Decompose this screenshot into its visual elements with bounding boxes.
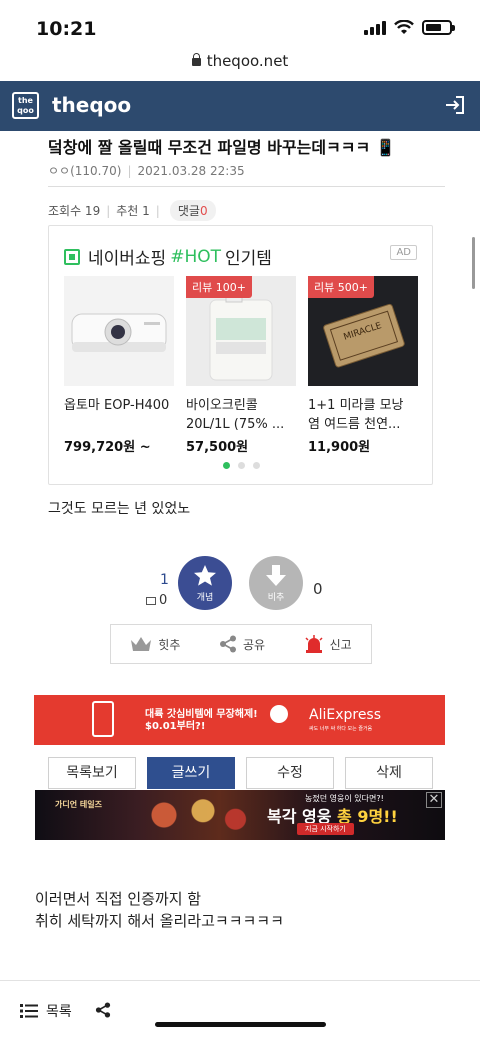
product-price: 799,720원 ~ [64, 440, 151, 455]
home-indicator[interactable] [155, 1022, 326, 1027]
product-name: 1+1 미라클 모낭 염 여드름 천연... [308, 398, 404, 432]
post-body-line: 그것도 모르는 년 있었노 [48, 501, 191, 517]
downvote-count: 0 [313, 580, 323, 598]
battery-icon [422, 20, 455, 35]
lock-icon [191, 53, 201, 66]
post-body-line: 이러면서 직접 인증까지 함 [35, 890, 202, 908]
list-button[interactable]: 목록보기 [48, 757, 136, 789]
downvote-button[interactable]: 비추 [249, 556, 303, 610]
banner-text: 대륙 갓심비템에 무장해제! $0.01부터?! [145, 709, 258, 732]
url-text: theqoo.net [206, 52, 289, 70]
post-body-line: 취히 세탁까지 해서 올리라고ㅋㅋㅋㅋㅋ [35, 912, 284, 930]
share-bar: 힛추 공유 신고 [110, 624, 372, 664]
review-badge: 리뷰 500+ [308, 276, 374, 298]
bottom-toolbar: 목록 [0, 980, 480, 1039]
clock: 10:21 [36, 18, 97, 40]
shopping-ad[interactable]: 네이버쇼핑 #HOT 인기템 AD 옵토마 EOP-H400 799,720원 ~ … [48, 225, 433, 485]
report-button[interactable]: 신고 [304, 635, 352, 653]
logo[interactable]: the qoo [12, 92, 39, 119]
ad-tag: AD [390, 245, 417, 260]
site-header: the qoo theqoo [0, 81, 480, 131]
recommend-count: 추천 1 [116, 204, 150, 218]
share-icon [219, 635, 236, 653]
post-stats: 조회수 19 | 추천 1 | 댓글0 [48, 200, 216, 221]
crown-icon [131, 637, 152, 651]
post-meta: ㅇㅇ(110.70) | 2021.03.28 22:35 [48, 164, 245, 178]
list-nav-button[interactable]: 목록 [20, 1001, 72, 1021]
write-button[interactable]: 글쓰기 [147, 757, 235, 789]
status-icons [364, 20, 455, 35]
upvote-button[interactable]: 개념 [178, 556, 232, 610]
scrollbar[interactable] [472, 237, 475, 289]
carousel-dots[interactable] [49, 462, 434, 469]
naver-shopping-icon [64, 248, 80, 265]
star-icon [194, 565, 216, 586]
post-body: 이러면서 직접 인증까지 함 취히 세탁까지 해서 올리라고ㅋㅋㅋㅋㅋ [35, 888, 284, 932]
product-price: 57,500원 [186, 440, 249, 455]
game-banner[interactable]: 가디언 테일즈 농젔던 영웅이 있다면?! 복각 영웅 총 9명!! 지금 시작… [35, 790, 445, 840]
upvote-count: 1 [160, 572, 169, 588]
share-button[interactable]: 공유 [219, 635, 265, 653]
comment-badge[interactable]: 댓글0 [169, 200, 216, 221]
delete-button[interactable]: 삭제 [345, 757, 433, 789]
soap-image: MIRACLE 리뷰 500+ [308, 276, 418, 386]
gift-icon [92, 701, 114, 737]
product-card[interactable]: MIRACLE 리뷰 500+ 1+1 미라클 모낭 염 여드름 천연... 1… [308, 276, 418, 455]
review-badge: 리뷰 100+ [186, 276, 252, 298]
product-name: 바이오크린콜 20L/1L (75% ... [186, 398, 285, 432]
post-date: 2021.03.28 22:35 [137, 164, 245, 178]
divider [48, 186, 445, 187]
ad-heading: 네이버쇼핑 #HOT 인기템 [64, 244, 272, 269]
down-arrow-icon [266, 565, 286, 586]
address-bar[interactable]: theqoo.net [0, 52, 480, 70]
login-icon[interactable] [444, 94, 466, 116]
comment-count: 0 [146, 593, 167, 608]
product-name: 옵토마 EOP-H400 [64, 398, 170, 413]
comment-icon [146, 596, 156, 605]
site-name[interactable]: theqoo [52, 93, 131, 117]
status-bar: 10:21 [0, 0, 480, 50]
list-icon [20, 1004, 38, 1018]
jug-image: 리뷰 100+ [186, 276, 296, 386]
aliexpress-banner[interactable]: 대륙 갓심비템에 무장해제! $0.01부터?! AliExpress 싸도 너무 … [34, 695, 445, 745]
siren-icon [305, 635, 323, 653]
post-title: 덬창에 짤 올릴때 무조건 파일명 바꾸는데ㅋㅋㅋ 📱 [48, 138, 396, 157]
aliexpress-logo: AliExpress 싸도 너무 싸 하다 모는 즐거움 [309, 707, 382, 732]
share-icon[interactable] [95, 1002, 111, 1018]
wifi-icon [394, 20, 414, 34]
post-author: ㅇㅇ(110.70) [48, 164, 122, 178]
product-price: 11,900원 [308, 440, 371, 455]
hot-button[interactable]: 힛추 [130, 636, 180, 653]
signal-icon [364, 20, 386, 35]
product-card[interactable]: 옵토마 EOP-H400 799,720원 ~ [64, 276, 174, 455]
game-start-button[interactable]: 지금 시작하기 [297, 823, 354, 835]
projector-image [64, 276, 174, 386]
game-characters-image [125, 794, 255, 836]
game-title: 가디언 테일즈 [55, 800, 102, 809]
close-icon[interactable]: ✕ [426, 792, 442, 808]
product-card[interactable]: 리뷰 100+ 바이오크린콜 20L/1L (75% ... 57,500원 [186, 276, 296, 455]
views-count: 조회수 19 [48, 204, 101, 218]
post-actions: 목록보기 글쓰기 수정 삭제 [48, 757, 433, 789]
edit-button[interactable]: 수정 [246, 757, 334, 789]
ae-logo-icon [270, 705, 288, 723]
